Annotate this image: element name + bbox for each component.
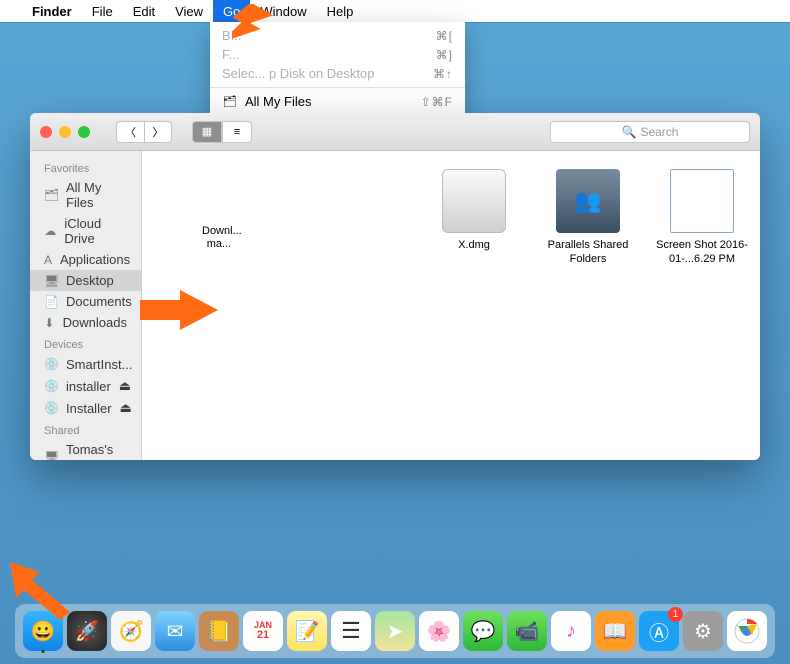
sidebar-item-installer-2[interactable]: 💿Installer⏏ — [30, 397, 141, 419]
go-menu-back: B...⌘[ — [210, 26, 465, 45]
menu-separator — [210, 87, 465, 88]
downloads-icon: ⬇︎ — [44, 316, 55, 330]
finder-content[interactable]: X.dmg 👥 Parallels Shared Folders Screen … — [142, 151, 760, 460]
nav-buttons: 〈 〉 — [116, 121, 172, 143]
menu-view[interactable]: View — [165, 0, 213, 22]
sidebar-header-shared: Shared — [30, 419, 141, 439]
traffic-lights — [40, 126, 90, 138]
menu-window[interactable]: Window — [250, 0, 316, 22]
dock-contacts-icon[interactable]: 📒 — [199, 611, 239, 651]
view-segmented-control: ▦ ≡ — [192, 121, 252, 143]
view-list-mode[interactable]: ≡ — [222, 121, 252, 143]
go-menu-select-startup: Selec... p Disk on Desktop⌘↑ — [210, 64, 465, 83]
sidebar-item-applications[interactable]: AApplications — [30, 249, 141, 270]
dock-chrome-icon[interactable] — [727, 611, 767, 651]
menu-help[interactable]: Help — [317, 0, 364, 22]
go-menu-all-my-files[interactable]: 🗂All My Files⇧⌘F — [210, 92, 465, 111]
dock-calendar-icon[interactable]: JAN21 — [243, 611, 283, 651]
remote-mac-icon: 🖥 — [44, 450, 58, 460]
dock-photos-icon[interactable]: 🌸 — [419, 611, 459, 651]
dock-finder-icon[interactable]: 😀 — [23, 611, 63, 651]
dock: 😀 🚀 🧭 ✉︎ 📒 JAN21 📝 ☰ ➤ 🌸 💬 📹 ♪ 📖 Ⓐ 1 ⚙︎ — [15, 604, 775, 658]
menu-file[interactable]: File — [82, 0, 123, 22]
dock-mail-icon[interactable]: ✉︎ — [155, 611, 195, 651]
dock-launchpad-icon[interactable]: 🚀 — [67, 611, 107, 651]
dock-safari-icon[interactable]: 🧭 — [111, 611, 151, 651]
eject-icon[interactable]: ⏏ — [119, 378, 131, 394]
menu-go[interactable]: Go — [213, 0, 250, 22]
documents-icon: 📄 — [44, 295, 58, 309]
all-my-files-icon: 🗂 — [44, 188, 58, 202]
partial-item-label: Downl... ma... — [202, 225, 236, 251]
icloud-icon: ☁︎ — [44, 224, 56, 238]
dock-ibooks-icon[interactable]: 📖 — [595, 611, 635, 651]
dock-appstore-icon[interactable]: Ⓐ 1 — [639, 611, 679, 651]
sidebar-item-tomas-mac[interactable]: 🖥Tomas's Ma... — [30, 439, 141, 460]
window-titlebar[interactable]: 〈 〉 ▦ ≡ 🔍 Search — [30, 113, 760, 151]
go-menu-forward: F...⌘] — [210, 45, 465, 64]
finder-window: 〈 〉 ▦ ≡ 🔍 Search Favorites 🗂All My Files… — [30, 113, 760, 460]
sidebar-item-all-my-files[interactable]: 🗂All My Files — [30, 177, 141, 213]
sidebar-header-devices: Devices — [30, 333, 141, 353]
sidebar-item-smartinst[interactable]: 💿SmartInst...⏏ — [30, 353, 141, 375]
desktop-item-screenshot[interactable]: Screen Shot 2016-01-...6.29 PM — [652, 169, 752, 267]
dock-system-preferences-icon[interactable]: ⚙︎ — [683, 611, 723, 651]
view-icon-mode[interactable]: ▦ — [192, 121, 222, 143]
dmg-icon — [442, 169, 506, 233]
menubar: Finder File Edit View Go Window Help — [0, 0, 790, 22]
sidebar-header-favorites: Favorites — [30, 157, 141, 177]
desktop-item-parallels-shared[interactable]: 👥 Parallels Shared Folders — [538, 169, 638, 267]
minimize-button[interactable] — [59, 126, 71, 138]
dock-itunes-icon[interactable]: ♪ — [551, 611, 591, 651]
finder-sidebar: Favorites 🗂All My Files ☁︎iCloud Drive A… — [30, 151, 142, 460]
desktop-icon: 🖥 — [44, 274, 58, 288]
disk-icon: 💿 — [44, 379, 58, 393]
disk-icon: 💿 — [44, 357, 58, 371]
dock-maps-icon[interactable]: ➤ — [375, 611, 415, 651]
search-placeholder: Search — [640, 125, 678, 139]
forward-button[interactable]: 〉 — [144, 121, 172, 143]
sidebar-item-documents[interactable]: 📄Documents — [30, 291, 141, 312]
dock-reminders-icon[interactable]: ☰ — [331, 611, 371, 651]
menu-edit[interactable]: Edit — [123, 0, 165, 22]
all-my-files-icon: 🗂 — [222, 95, 237, 108]
desktop-item-dmg[interactable]: X.dmg — [424, 169, 524, 253]
close-button[interactable] — [40, 126, 52, 138]
zoom-button[interactable] — [78, 126, 90, 138]
sidebar-item-downloads[interactable]: ⬇︎Downloads — [30, 312, 141, 333]
menubar-app-name[interactable]: Finder — [22, 0, 82, 22]
shared-folder-icon: 👥 — [556, 169, 620, 233]
dock-facetime-icon[interactable]: 📹 — [507, 611, 547, 651]
applications-icon: A — [44, 253, 52, 267]
dock-messages-icon[interactable]: 💬 — [463, 611, 503, 651]
search-icon: 🔍 — [622, 125, 637, 139]
search-field[interactable]: 🔍 Search — [550, 121, 750, 143]
screenshot-icon — [670, 169, 734, 233]
badge: 1 — [668, 607, 683, 622]
sidebar-item-installer-1[interactable]: 💿installer⏏ — [30, 375, 141, 397]
dock-notes-icon[interactable]: 📝 — [287, 611, 327, 651]
disk-icon: 💿 — [44, 401, 58, 415]
dock-running-indicator — [42, 650, 45, 653]
sidebar-item-icloud[interactable]: ☁︎iCloud Drive — [30, 213, 141, 249]
back-button[interactable]: 〈 — [116, 121, 144, 143]
sidebar-item-desktop[interactable]: 🖥Desktop — [30, 270, 141, 291]
eject-icon[interactable]: ⏏ — [120, 400, 132, 416]
